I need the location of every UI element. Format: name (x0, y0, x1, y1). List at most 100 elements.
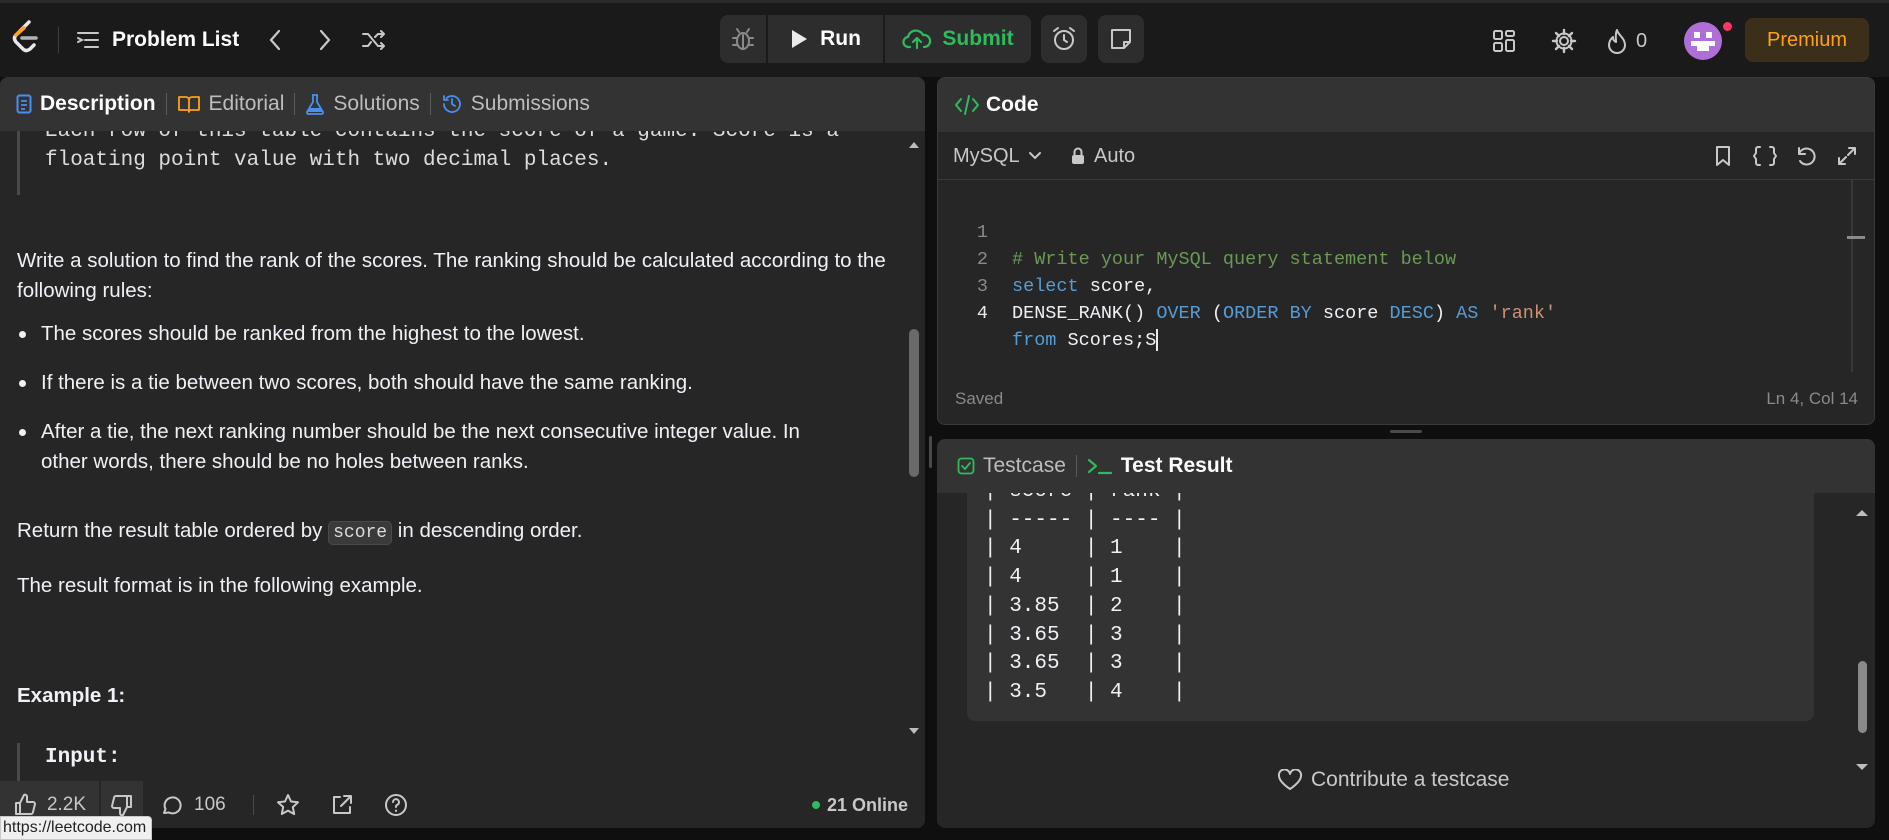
submit-button[interactable]: Submit (885, 15, 1031, 63)
avatar[interactable] (1684, 22, 1722, 60)
leetcode-logo-icon[interactable] (8, 17, 44, 57)
tab-description[interactable]: Description (10, 92, 162, 116)
rule-text: After a tie, the next ranking number sho… (41, 420, 800, 473)
chevron-left-icon (269, 29, 281, 51)
settings-button[interactable] (1548, 25, 1580, 57)
code-token: score (1311, 303, 1390, 324)
language-value: MySQL (953, 144, 1020, 167)
run-label: Run (820, 27, 861, 50)
vertical-resize-handle[interactable] (929, 436, 932, 468)
divider (429, 93, 431, 115)
rule-text: The scores should be ranked from the hig… (41, 322, 585, 345)
divider (1075, 455, 1077, 477)
debug-button[interactable] (720, 15, 766, 63)
description-content: Each row of this table contains the scor… (0, 131, 905, 783)
format-code-button[interactable] (1748, 140, 1782, 172)
code-token: DENSE_RANK() (1012, 303, 1157, 324)
result-row: | score | rank | (984, 493, 1186, 507)
code-line: 4 from Scores;S (938, 273, 1853, 352)
notes-button[interactable] (1098, 15, 1144, 63)
problem-list-button[interactable]: Problem List (76, 21, 239, 59)
line-content: DENSE_RANK() OVER (ORDER BY score DESC) … (1012, 300, 1556, 327)
tab-editorial[interactable]: Editorial (171, 92, 291, 116)
code-line: 3 DENSE_RANK() OVER (ORDER BY score DESC… (938, 246, 1853, 324)
bug-icon (732, 28, 754, 50)
bookmark-icon (1716, 146, 1730, 166)
tab-test-result[interactable]: Test Result (1081, 454, 1239, 478)
intro-paragraph: Write a solution to find the rank of the… (17, 249, 886, 302)
book-icon (177, 96, 200, 113)
question-circle-icon (385, 794, 407, 816)
auto-mode-toggle[interactable]: Auto (1070, 140, 1135, 172)
undo-icon (1798, 147, 1816, 166)
avatar-pattern-icon (1691, 32, 1715, 51)
list-icon (76, 30, 100, 50)
timer-button[interactable] (1041, 15, 1087, 63)
online-indicator: 21 Online (812, 789, 908, 821)
prev-problem-button[interactable] (260, 25, 290, 55)
tab-submissions-label: Submissions (470, 92, 590, 115)
shuffle-icon (362, 30, 385, 50)
run-button[interactable]: Run (768, 15, 883, 63)
layout-button[interactable] (1488, 25, 1520, 57)
comments-button[interactable]: 106 (160, 789, 226, 821)
inline-code: score (328, 521, 393, 545)
scrollbar[interactable] (905, 131, 923, 781)
submit-label: Submit (942, 27, 1014, 50)
code-editor[interactable]: 1 # Write your MySQL query statement bel… (938, 180, 1853, 372)
tab-editorial-label: Editorial (208, 92, 285, 115)
random-problem-button[interactable] (358, 25, 390, 55)
result-row: | ----- | ---- | (984, 508, 1186, 532)
problem-list-label: Problem List (112, 28, 240, 51)
keyword-token: from (1012, 330, 1057, 351)
horizontal-resize-handle[interactable] (1390, 430, 1422, 433)
premium-label: Premium (1766, 28, 1847, 51)
result-row: | 4 | 1 | (984, 566, 1186, 590)
return-paragraph: Return the result table ordered by score… (17, 516, 887, 548)
result-row: | 3.65 | 3 | (984, 652, 1186, 676)
streak-button[interactable]: 0 (1606, 25, 1647, 57)
code-brackets-icon (955, 95, 979, 115)
share-button[interactable] (326, 789, 358, 821)
editor-status-bar: Saved Ln 4, Col 14 (938, 372, 1874, 424)
example-title: Example 1: (17, 684, 126, 707)
tab-submissions[interactable]: Submissions (435, 92, 596, 116)
editor-scrollbar[interactable] (1847, 180, 1865, 372)
tab-solutions-label: Solutions (333, 92, 420, 115)
comment-count: 106 (194, 794, 226, 815)
fullscreen-button[interactable] (1832, 140, 1862, 172)
language-select[interactable]: MySQL (953, 140, 1042, 172)
help-button[interactable] (380, 789, 412, 821)
code-panel-header: Code (938, 78, 1874, 132)
code-note-line: Each row of this table contains the scor… (45, 131, 839, 143)
favorite-button[interactable] (272, 789, 304, 821)
tab-solutions[interactable]: Solutions (299, 92, 425, 116)
heart-icon (1277, 769, 1303, 790)
premium-button[interactable]: Premium (1745, 18, 1869, 62)
divider (165, 93, 167, 115)
result-tabs: Testcase Test Result (937, 439, 1875, 493)
status-url-text: https://leetcode.com (3, 819, 147, 836)
history-icon (442, 95, 461, 113)
code-token: Scores;S (1056, 330, 1157, 351)
result-table-block: | score | rank | | ----- | ---- | | 4 | … (967, 493, 1814, 721)
contribute-label: Contribute a testcase (1311, 768, 1510, 791)
editor-toolbar: MySQL Auto (938, 132, 1874, 180)
status-url: https://leetcode.com (0, 816, 153, 840)
tab-testcase[interactable]: Testcase (951, 454, 1072, 478)
next-problem-button[interactable] (310, 25, 340, 55)
play-icon (792, 30, 808, 48)
streak-count: 0 (1636, 29, 1648, 52)
document-icon (16, 94, 32, 114)
star-icon (277, 794, 299, 816)
saved-status: Saved (955, 389, 1004, 408)
top-bar: Problem List Run Submit 0 Premium (0, 0, 1889, 77)
bookmark-button[interactable] (1708, 140, 1738, 172)
flame-icon (1608, 29, 1626, 54)
contribute-testcase-button[interactable]: Contribute a testcase (1277, 763, 1509, 797)
result-scrollbar[interactable] (1852, 493, 1872, 828)
online-count: 21 Online (827, 794, 909, 815)
reset-code-button[interactable] (1791, 140, 1821, 172)
line-content: from Scores;S (1012, 327, 1159, 354)
return-text: Return the result table ordered by (17, 519, 329, 542)
